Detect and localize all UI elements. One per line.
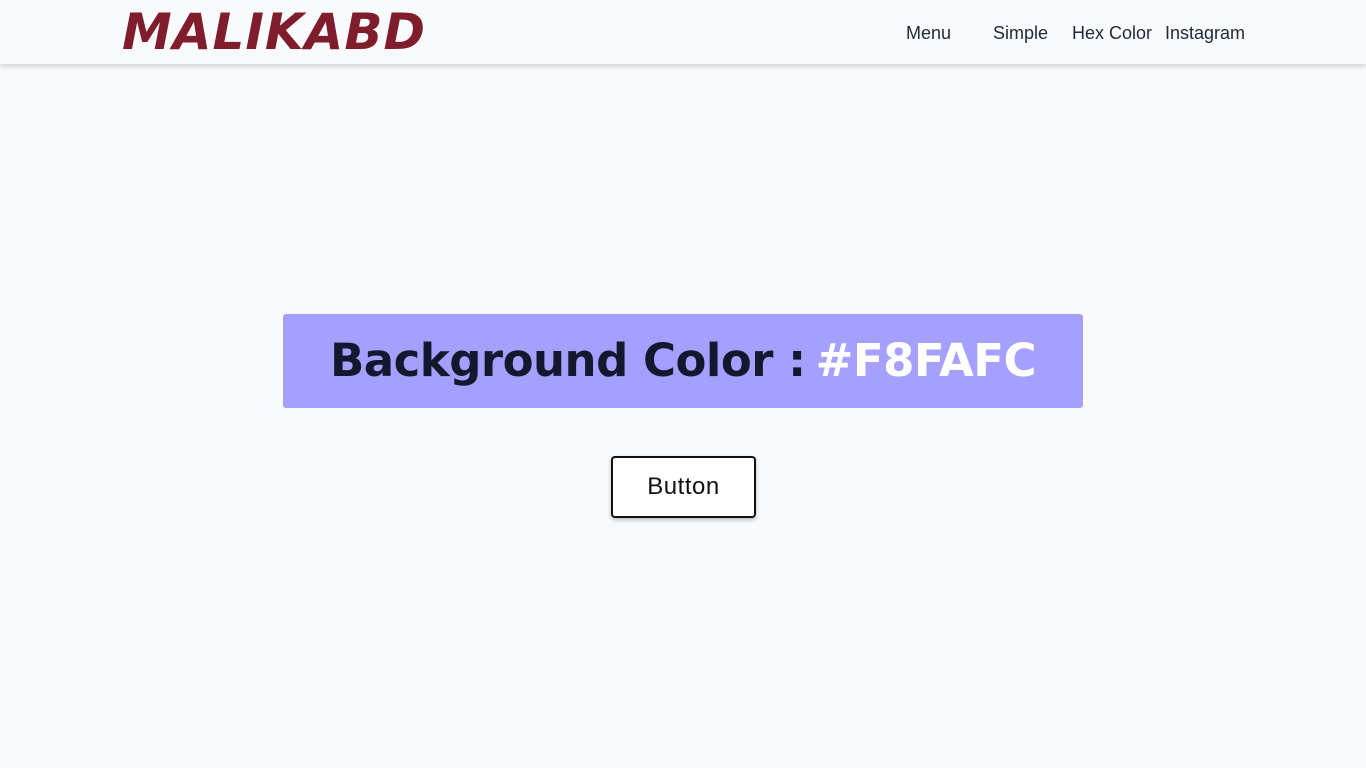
nav-link-instagram[interactable]: Instagram: [1165, 22, 1245, 44]
site-logo[interactable]: MALIKABD: [122, 3, 426, 61]
nav-link-simple[interactable]: Simple: [993, 22, 1048, 44]
nav-link-hex-color[interactable]: Hex Color: [1072, 22, 1152, 44]
color-banner: Background Color : #F8FAFC: [283, 314, 1083, 408]
nav-link-menu[interactable]: Menu: [906, 22, 951, 44]
banner-heading: Background Color : #F8FAFC: [329, 314, 1037, 408]
banner-hex-value: #F8FAFC: [815, 334, 1037, 387]
demo-button[interactable]: Button: [611, 456, 756, 518]
top-navbar: MALIKABD Menu Simple Hex Color Instagram: [0, 0, 1366, 64]
banner-label: Background Color :: [329, 334, 806, 387]
